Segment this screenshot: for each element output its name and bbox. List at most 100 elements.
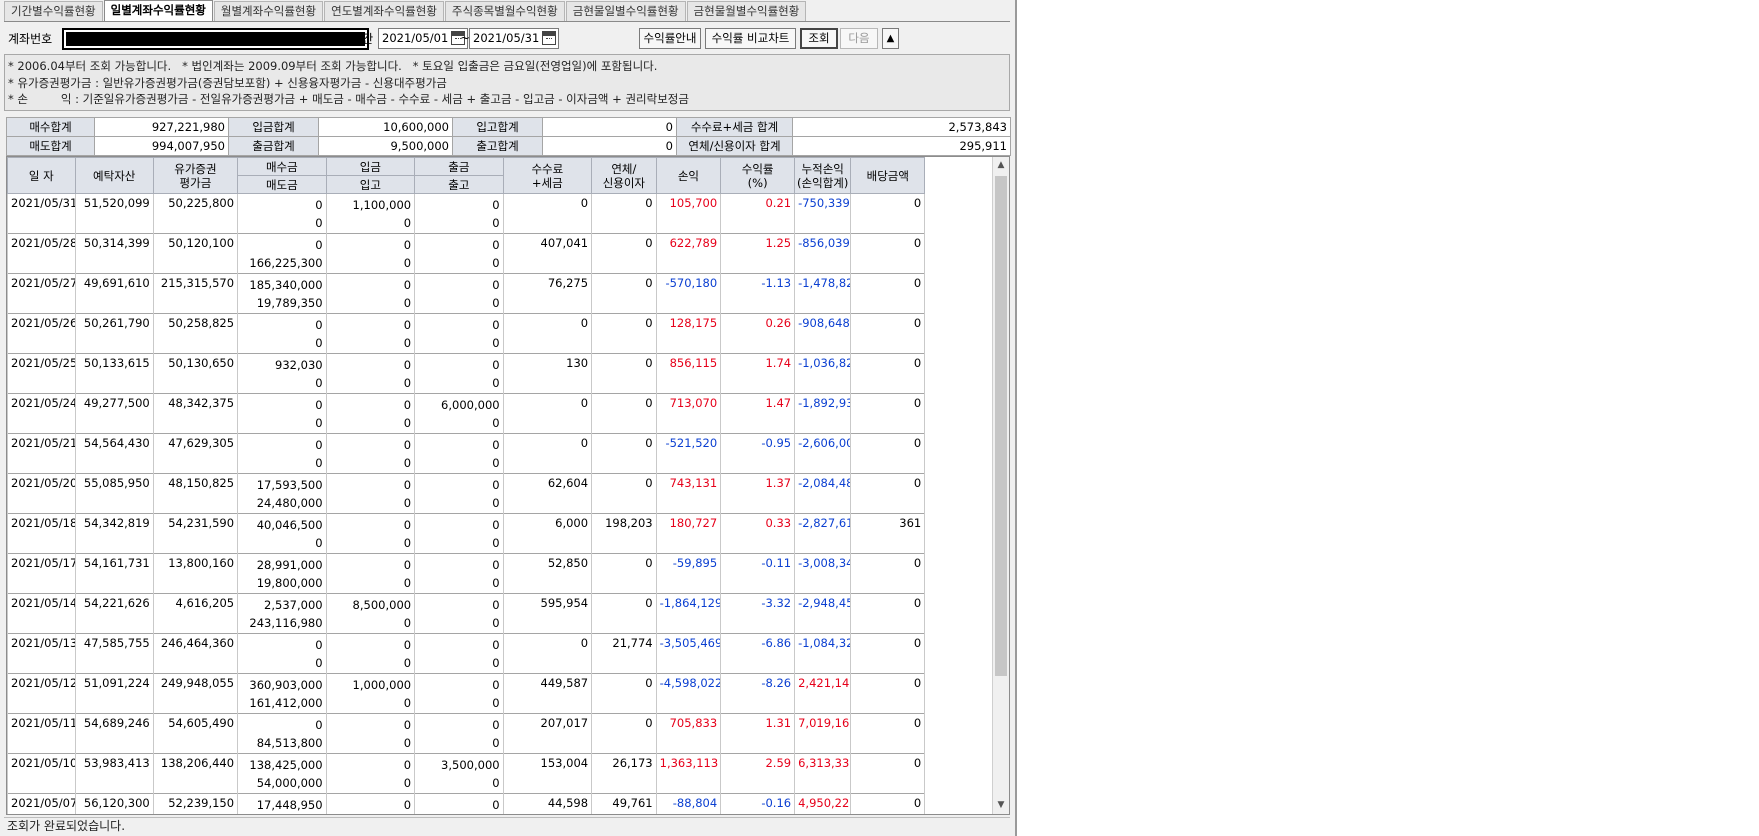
col-header-stock-in[interactable]: 입고 — [325, 175, 416, 194]
cell-interest: 0 — [591, 433, 657, 474]
table-row[interactable]: 2021/05/31 51,520,099 50,225,800 0 1,100,000… — [7, 193, 993, 234]
cell-rate: 1.25 — [720, 233, 796, 274]
cell-cash-in: 1,100,000 — [325, 193, 416, 214]
table-row[interactable]: 2021/05/20 55,085,950 48,150,825 17,593,500… — [7, 473, 993, 514]
status-bar: 조회가 완료되었습니다. — [4, 817, 1010, 835]
cell-stock-out: 0 — [414, 573, 504, 594]
col-header-stock-out[interactable]: 출고 — [414, 175, 504, 194]
cell-securities: 54,605,490 — [152, 713, 239, 754]
cell-cash-in: 0 — [325, 273, 416, 294]
tab-1[interactable]: 일별계좌수익률현황 — [103, 0, 213, 22]
cell-rate: 1.31 — [720, 713, 796, 754]
table-row[interactable]: 2021/05/28 50,314,399 50,120,100 0 0 0 407,041… — [7, 233, 993, 274]
col-header-cash-out[interactable]: 출금 — [414, 157, 504, 176]
scrollbar-thumb[interactable] — [995, 176, 1007, 676]
cell-cash-out: 0 — [414, 793, 504, 814]
empty-background — [1019, 0, 1759, 836]
table-row[interactable]: 2021/05/13 47,585,755 246,464,360 0 0 0 0 21,77… — [7, 633, 993, 674]
col-header-interest[interactable]: 연체/ 신용이자 — [591, 157, 657, 194]
col-header-rate[interactable]: 수익률 (%) — [720, 157, 796, 194]
table-row[interactable]: 2021/05/27 49,691,610 215,315,570 185,340,0… — [7, 273, 993, 314]
cell-cumulative: -856,039 — [794, 233, 852, 274]
col-header-sell[interactable]: 매도금 — [237, 175, 327, 194]
cell-sell: 161,412,000 — [237, 693, 327, 714]
cell-dividend: 0 — [850, 353, 926, 394]
cell-cash-in: 0 — [325, 233, 416, 254]
cell-stock-out: 0 — [414, 373, 504, 394]
yield-compare-chart-button[interactable]: 수익률 비교차트 — [705, 28, 796, 49]
daily-yield-grid[interactable]: 일 자 예탁자산 유가증권 평가금 매수금 입금 출금 수수료 +세금 연체/ … — [6, 156, 1010, 815]
cell-rate: -0.95 — [720, 433, 796, 474]
cell-date: 2021/05/14 — [7, 593, 76, 634]
vertical-scrollbar[interactable]: ▲ ▼ — [992, 157, 1009, 814]
cell-cash-in: 0 — [325, 393, 416, 414]
cell-deposit: 51,520,099 — [74, 193, 154, 234]
tab-6[interactable]: 금현물월별수익률현황 — [686, 1, 807, 21]
tab-4[interactable]: 주식종목별월수익현황 — [444, 1, 565, 21]
cell-dividend: 0 — [850, 793, 926, 814]
cell-buy: 28,991,000 — [237, 553, 327, 574]
cell-deposit: 54,342,819 — [74, 513, 154, 554]
cell-deposit: 51,091,224 — [74, 673, 154, 714]
cell-securities: 249,948,055 — [152, 673, 239, 714]
cell-stock-in: 0 — [325, 213, 416, 234]
tab-2[interactable]: 월별계좌수익률현황 — [213, 1, 324, 21]
account-number-redaction — [66, 32, 365, 46]
summary-table: 매수합계 927,221,980 입금합계 10,600,000 입고합계 0 수수료+세금… — [6, 117, 1011, 156]
table-row[interactable]: 2021/05/21 54,564,430 47,629,305 0 0 0 0 0 -521,… — [7, 433, 993, 474]
summary-value: 994,007,950 — [94, 136, 229, 156]
tab-3[interactable]: 연도별계좌수익률현황 — [324, 1, 444, 21]
table-row[interactable]: 2021/05/17 54,161,731 13,800,160 28,991,000… — [7, 553, 993, 594]
notes-panel: * 2006.04부터 조회 가능합니다. * 법인계좌는 2009.09부터 … — [4, 54, 1010, 111]
collapse-notes-button[interactable]: ▲ — [882, 28, 899, 49]
tab-bar: 기간별수익률현황 일별계좌수익률현황 월별계좌수익률현황 연도별계좌수익률현황 주식종목… — [4, 0, 807, 22]
cell-fee: 449,587 — [502, 673, 593, 714]
table-row[interactable]: 2021/05/26 50,261,790 50,258,825 0 0 0 0 0 128,1… — [7, 313, 993, 354]
col-header-date[interactable]: 일 자 — [7, 157, 76, 194]
date-from-input[interactable]: 2021/05/01 — [378, 28, 468, 49]
period-label: 조회기간 — [329, 32, 374, 46]
cell-cash-out: 0 — [414, 593, 504, 614]
scroll-down-icon[interactable]: ▼ — [993, 797, 1009, 814]
table-row[interactable]: 2021/05/10 53,983,413 138,206,440 138,425,0… — [7, 753, 993, 794]
cell-fee: 0 — [502, 433, 593, 474]
col-header-dividend[interactable]: 배당금액 — [850, 157, 926, 194]
cell-pnl: 622,789 — [655, 233, 722, 274]
cell-buy: 0 — [237, 233, 327, 254]
col-header-pnl[interactable]: 손익 — [655, 157, 722, 194]
summary-label: 연체/신용이자 합계 — [676, 136, 793, 156]
table-row[interactable]: 2021/05/25 50,133,615 50,130,650 932,030 0 0 1… — [7, 353, 993, 394]
col-header-fee[interactable]: 수수료 +세금 — [502, 157, 593, 194]
table-row[interactable]: 2021/05/12 51,091,224 249,948,055 360,903,0… — [7, 673, 993, 714]
table-row[interactable]: 2021/05/18 54,342,819 54,231,590 40,046,500… — [7, 513, 993, 554]
col-header-deposit[interactable]: 예탁자산 — [74, 157, 154, 194]
scroll-up-icon[interactable]: ▲ — [993, 157, 1009, 174]
col-header-buy[interactable]: 매수금 — [237, 157, 327, 176]
calendar-icon[interactable] — [542, 31, 556, 45]
cell-securities: 47,629,305 — [152, 433, 239, 474]
cell-cash-in: 0 — [325, 313, 416, 334]
query-button[interactable]: 조회 — [800, 28, 838, 49]
next-button[interactable]: 다음 — [840, 28, 878, 49]
col-header-securities[interactable]: 유가증권 평가금 — [152, 157, 239, 194]
table-row[interactable]: 2021/05/11 54,689,246 54,605,490 0 0 0 207,017… — [7, 713, 993, 754]
cell-stock-out: 0 — [414, 453, 504, 474]
date-to-input[interactable]: 2021/05/31 — [469, 28, 559, 49]
yield-guide-button[interactable]: 수익률안내 — [639, 28, 701, 49]
summary-label: 출고합계 — [452, 136, 543, 156]
account-number-input[interactable] — [62, 28, 369, 50]
cell-cash-in: 8,500,000 — [325, 593, 416, 614]
table-row[interactable]: 2021/05/14 54,221,626 4,616,205 2,537,000 8,… — [7, 593, 993, 634]
cell-dividend: 0 — [850, 393, 926, 434]
tab-0[interactable]: 기간별수익률현황 — [4, 1, 103, 21]
tab-5[interactable]: 금현물일별수익률현황 — [565, 1, 686, 21]
cell-rate: 1.74 — [720, 353, 796, 394]
col-header-cash-in[interactable]: 입금 — [325, 157, 416, 176]
table-row[interactable]: 2021/05/07 56,120,300 52,239,150 17,448,950… — [7, 793, 993, 814]
cell-sell: 243,116,980 — [237, 613, 327, 634]
col-header-cumulative[interactable]: 누적손익 (손익합계) — [794, 157, 852, 194]
table-row[interactable]: 2021/05/24 49,277,500 48,342,375 0 0 6,000,00… — [7, 393, 993, 434]
summary-value: 2,573,843 — [792, 117, 1011, 137]
cell-sell: 0 — [237, 453, 327, 474]
cell-deposit: 55,085,950 — [74, 473, 154, 514]
